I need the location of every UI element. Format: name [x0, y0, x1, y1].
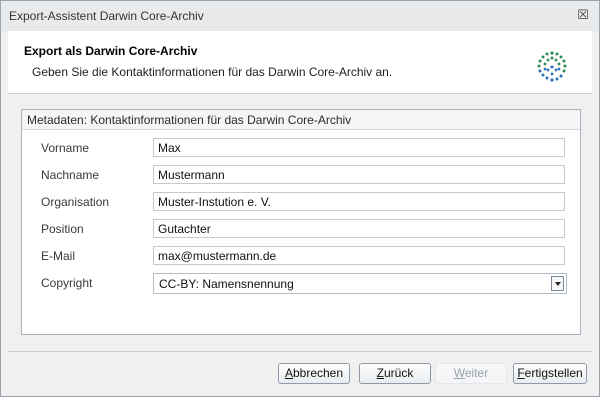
email-input[interactable] [153, 246, 565, 265]
page-title: Export als Darwin Core-Archiv [24, 44, 198, 58]
position-label: Position [41, 222, 84, 236]
dialog-window: Export-Assistent Darwin Core-Archiv ☒ Ex… [0, 0, 600, 397]
page-subtitle: Geben Sie die Kontaktinformationen für d… [32, 65, 393, 79]
wizard-header: Export als Darwin Core-Archiv Geben Sie … [8, 31, 592, 94]
copyright-selected-value: CC-BY: Namensnennung [159, 277, 294, 291]
field-row-organisation: Organisation [22, 192, 580, 213]
last-name-input[interactable] [153, 165, 565, 184]
position-input[interactable] [153, 219, 565, 238]
first-name-label: Vorname [41, 141, 90, 155]
gbif-logo-icon [536, 51, 568, 83]
copyright-label: Copyright [41, 276, 93, 290]
field-row-first-name: Vorname [22, 138, 580, 159]
finish-button[interactable]: Fertigstellen [513, 363, 587, 384]
copyright-select[interactable]: CC-BY: Namensnennung [153, 273, 567, 294]
chevron-down-icon[interactable] [551, 276, 564, 291]
close-icon[interactable]: ☒ [575, 7, 591, 23]
title-bar[interactable]: Export-Assistent Darwin Core-Archiv ☒ [1, 1, 599, 31]
cancel-button[interactable]: Abbrechen [278, 363, 350, 384]
panel-title: Metadaten: Kontaktinformationen für das … [27, 113, 352, 127]
back-button[interactable]: Zurück [359, 363, 431, 384]
organisation-label: Organisation [41, 195, 110, 209]
organisation-input[interactable] [153, 192, 565, 211]
window-title: Export-Assistent Darwin Core-Archiv [9, 9, 204, 23]
panel-header: Metadaten: Kontaktinformationen für das … [22, 110, 580, 130]
field-row-copyright: Copyright CC-BY: Namensnennung [22, 273, 580, 294]
email-label: E-Mail [41, 249, 76, 263]
next-button[interactable]: Weiter [435, 363, 507, 384]
last-name-label: Nachname [41, 168, 100, 182]
field-row-last-name: Nachname [22, 165, 580, 186]
field-row-email: E-Mail [22, 246, 580, 267]
footer-divider [8, 351, 592, 352]
field-row-position: Position [22, 219, 580, 240]
metadata-panel: Metadaten: Kontaktinformationen für das … [21, 109, 581, 335]
first-name-input[interactable] [153, 138, 565, 157]
